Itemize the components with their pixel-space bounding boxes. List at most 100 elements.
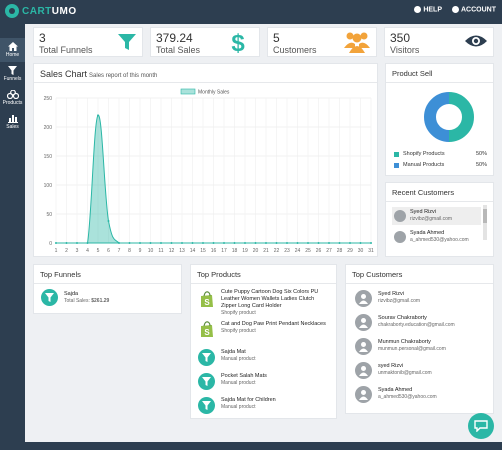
customer-info: Sourav Chakraborty chakraborty.education… bbox=[378, 315, 455, 329]
data-point[interactable] bbox=[370, 242, 372, 244]
data-point[interactable] bbox=[223, 242, 225, 244]
panel-title: Product Sell bbox=[392, 69, 433, 78]
product-avatar bbox=[198, 397, 215, 414]
x-tick-label: 30 bbox=[358, 248, 364, 254]
legend-label: Shopify Products bbox=[403, 151, 445, 157]
user-icon bbox=[359, 318, 368, 328]
data-point[interactable] bbox=[149, 242, 152, 244]
funnel-icon bbox=[202, 353, 211, 362]
data-point[interactable] bbox=[317, 242, 320, 244]
data-point[interactable] bbox=[296, 242, 299, 244]
product-type: Manual product bbox=[221, 380, 256, 386]
top-customers-panel: Top Customers Syed Rizvi rizvibz@gmail.c… bbox=[345, 264, 494, 414]
x-tick-label: 29 bbox=[347, 248, 353, 254]
y-tick-label: 150 bbox=[44, 154, 53, 160]
svg-text:S: S bbox=[204, 328, 210, 337]
data-point[interactable] bbox=[307, 242, 309, 244]
stat-value: 5 bbox=[273, 31, 280, 45]
customer-email: rizvibz@gmail.com bbox=[410, 216, 453, 222]
x-tick-label: 12 bbox=[169, 248, 175, 254]
data-point[interactable] bbox=[128, 242, 131, 244]
data-point[interactable] bbox=[107, 219, 110, 222]
list-item[interactable]: Syed Rizvi rizvibz@gmail.com bbox=[392, 207, 481, 225]
avatar bbox=[355, 386, 372, 403]
sidebar-item-home[interactable]: Home bbox=[0, 38, 25, 62]
dollar-icon: $ bbox=[231, 31, 245, 55]
brand-logo[interactable]: CARTUMO bbox=[5, 4, 77, 18]
chat-icon bbox=[474, 420, 488, 432]
data-point[interactable] bbox=[275, 242, 278, 244]
customer-name: Syada Ahmed bbox=[378, 387, 413, 393]
funnel-name: Sajda bbox=[64, 291, 79, 297]
divider bbox=[386, 82, 493, 83]
sidebar: Home Funnels Products Sales bbox=[0, 24, 25, 450]
data-point[interactable] bbox=[328, 242, 330, 244]
data-point[interactable] bbox=[191, 242, 194, 244]
avatar bbox=[355, 290, 372, 307]
list-item[interactable]: Syada Ahmed a_ahmed530@yahoo.com bbox=[392, 228, 481, 246]
data-point[interactable] bbox=[286, 242, 288, 244]
account-icon bbox=[452, 6, 459, 13]
sidebar-item-label: Funnels bbox=[3, 76, 22, 82]
funnel-icon bbox=[118, 34, 136, 50]
funnel-sales: Total Sales: $261.29 bbox=[64, 298, 110, 304]
x-tick-label: 17 bbox=[221, 248, 227, 254]
data-point[interactable] bbox=[349, 242, 351, 244]
x-tick-label: 9 bbox=[139, 248, 142, 254]
customer-info: Syada Ahmed a_ahmed530@yahoo.com bbox=[378, 387, 437, 401]
customer-name: Syada Ahmed bbox=[410, 230, 445, 236]
help-link[interactable]: HELP bbox=[414, 6, 442, 13]
avatar bbox=[355, 314, 372, 331]
customer-email: chakraborty.education@gmail.com bbox=[378, 322, 455, 328]
data-point[interactable] bbox=[170, 242, 173, 244]
data-point[interactable] bbox=[55, 242, 57, 244]
account-link[interactable]: ACCOUNT bbox=[452, 6, 496, 13]
data-point[interactable] bbox=[233, 242, 236, 244]
data-point[interactable] bbox=[181, 242, 183, 244]
funnel-info: Sajda Total Sales: $261.29 bbox=[64, 291, 109, 305]
funnel-icon bbox=[45, 293, 54, 302]
data-point[interactable] bbox=[244, 242, 246, 244]
user-icon bbox=[359, 294, 368, 304]
x-tick-label: 14 bbox=[190, 248, 196, 254]
data-point[interactable] bbox=[118, 242, 120, 244]
sidebar-item-sales[interactable]: Sales bbox=[0, 110, 25, 134]
divider bbox=[191, 283, 336, 284]
funnel-icon bbox=[8, 66, 17, 75]
data-point[interactable] bbox=[97, 114, 99, 117]
data-point[interactable] bbox=[338, 242, 341, 244]
data-point[interactable] bbox=[202, 242, 204, 244]
avatar bbox=[355, 362, 372, 379]
data-point[interactable] bbox=[139, 242, 141, 244]
scrollbar[interactable] bbox=[483, 205, 487, 240]
chat-button[interactable] bbox=[468, 413, 494, 439]
sidebar-item-label: Sales bbox=[6, 124, 19, 130]
product-type: Shopify product bbox=[221, 310, 256, 316]
footer-bar bbox=[25, 442, 502, 450]
product-avatar bbox=[198, 349, 215, 366]
chart-legend: Monthly Sales bbox=[180, 88, 230, 96]
data-point[interactable] bbox=[160, 242, 162, 244]
help-label: HELP bbox=[423, 6, 442, 14]
customer-name: Sourav Chakraborty bbox=[378, 315, 427, 321]
customer-info: Syada Ahmed a_ahmed530@yahoo.com bbox=[410, 230, 469, 244]
data-point[interactable] bbox=[265, 242, 267, 244]
data-point[interactable] bbox=[65, 242, 68, 244]
data-point[interactable] bbox=[86, 242, 89, 244]
data-point[interactable] bbox=[254, 242, 257, 244]
data-point[interactable] bbox=[359, 242, 362, 244]
sidebar-item-products[interactable]: Products bbox=[0, 86, 25, 110]
list-item[interactable]: Sajda Total Sales: $261.29 bbox=[34, 288, 181, 308]
legend-label[interactable]: Monthly Sales bbox=[198, 90, 230, 96]
scroll-thumb[interactable] bbox=[483, 209, 487, 223]
logo-mark-icon bbox=[5, 4, 19, 18]
sidebar-item-funnels[interactable]: Funnels bbox=[0, 62, 25, 86]
sales-chart: 0501001502002501 2 3 4 5 6 7 8 9 10 11 12 13 14 15 16 17… bbox=[44, 88, 374, 254]
users-icon bbox=[344, 32, 370, 53]
stat-card-funnels: 3 Total Funnels bbox=[33, 27, 143, 57]
x-tick-label: 24 bbox=[295, 248, 301, 254]
brand-name: CARTUMO bbox=[22, 5, 77, 17]
data-point[interactable] bbox=[76, 242, 78, 244]
panel-title: Recent Customers bbox=[392, 188, 455, 197]
data-point[interactable] bbox=[212, 242, 215, 244]
